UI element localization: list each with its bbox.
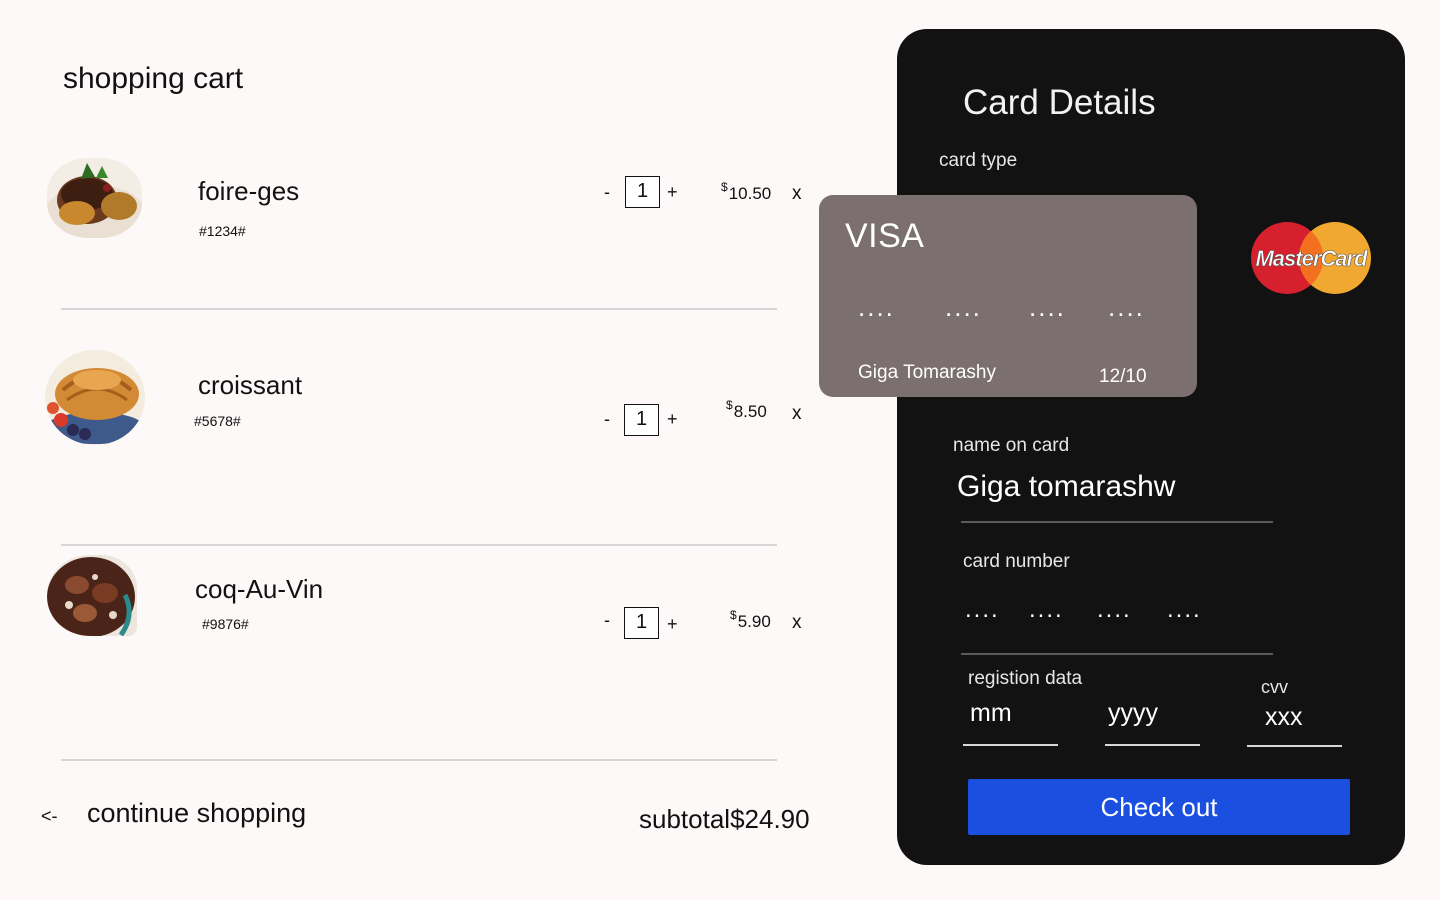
quantity-decrease-button[interactable]: - <box>604 410 610 428</box>
visa-brand-label: VISA <box>845 217 925 255</box>
quantity-increase-button[interactable]: + <box>667 615 678 633</box>
quantity-decrease-button[interactable]: - <box>604 611 610 629</box>
quantity-decrease-button[interactable]: - <box>604 183 610 201</box>
cvv-underline <box>1247 745 1342 747</box>
visa-number-group: .... <box>1029 292 1066 322</box>
remove-item-button[interactable]: x <box>792 403 802 425</box>
visa-card-expiry: 12/10 <box>1099 366 1147 387</box>
cvv-input[interactable] <box>1265 703 1341 732</box>
back-arrow-icon[interactable]: <- <box>41 806 58 827</box>
currency-symbol: $ <box>721 180 728 194</box>
item-price: $5.90 <box>730 608 771 632</box>
visa-card-holder: Giga Tomarashy <box>858 362 996 383</box>
visa-number-group: .... <box>1108 292 1145 322</box>
registration-date-label: registion data <box>968 668 1083 689</box>
card-number-group[interactable]: .... <box>965 596 1000 624</box>
checkout-button[interactable]: Check out <box>968 779 1350 835</box>
item-image-croissant <box>45 350 145 445</box>
quantity-input[interactable]: 1 <box>625 176 660 208</box>
item-image-coq-au-vin <box>47 555 137 636</box>
item-price: $10.50 <box>721 180 771 204</box>
svg-text:MasterCard: MasterCard <box>1255 246 1368 271</box>
price-amount: 10.50 <box>728 184 772 203</box>
card-details-title: Card Details <box>963 83 1156 122</box>
name-on-card-label: name on card <box>953 435 1070 456</box>
price-amount: 8.50 <box>733 402 767 421</box>
mastercard-logo-text: MasterCard <box>1255 246 1369 272</box>
item-name[interactable]: croissant <box>198 370 302 401</box>
divider <box>61 308 777 310</box>
card-number-group[interactable]: .... <box>1029 596 1064 624</box>
remove-item-button[interactable]: x <box>792 612 802 634</box>
quantity-input[interactable]: 1 <box>624 607 659 639</box>
card-number-group[interactable]: .... <box>1167 596 1202 624</box>
month-underline <box>963 744 1058 746</box>
item-sku: #1234# <box>199 223 246 239</box>
divider <box>61 759 777 761</box>
visa-number-group: .... <box>945 292 982 322</box>
name-on-card-underline <box>961 521 1273 523</box>
cvv-label: cvv <box>1261 677 1288 697</box>
item-sku: #9876# <box>202 616 249 632</box>
price-amount: 5.90 <box>737 612 771 631</box>
card-type-label: card type <box>939 150 1018 171</box>
divider <box>61 544 777 546</box>
subtotal: subtotal$24.90 <box>639 804 810 834</box>
card-number-underline <box>961 653 1273 655</box>
item-name[interactable]: coq-Au-Vin <box>195 574 323 605</box>
currency-symbol: $ <box>730 608 737 622</box>
quantity-increase-button[interactable]: + <box>667 183 678 201</box>
year-input[interactable] <box>1108 699 1198 728</box>
mastercard-logo[interactable]: MasterCard <box>1250 221 1372 300</box>
year-underline <box>1105 744 1200 746</box>
item-image-foie-gras <box>47 158 142 238</box>
item-price: $8.50 <box>726 398 767 422</box>
item-sku: #5678# <box>194 413 241 429</box>
page-title: shopping cart <box>63 62 244 95</box>
item-name[interactable]: foire-ges <box>198 176 299 207</box>
currency-symbol: $ <box>726 398 733 412</box>
quantity-input[interactable]: 1 <box>624 404 659 436</box>
card-number-label: card number <box>963 551 1070 572</box>
continue-shopping-link[interactable]: continue shopping <box>87 798 306 829</box>
month-input[interactable] <box>970 699 1058 728</box>
visa-number-group: .... <box>858 292 895 322</box>
quantity-increase-button[interactable]: + <box>667 410 678 428</box>
remove-item-button[interactable]: x <box>792 183 802 205</box>
name-on-card-input[interactable]: Giga tomarashw <box>957 470 1175 504</box>
card-number-group[interactable]: .... <box>1097 596 1132 624</box>
